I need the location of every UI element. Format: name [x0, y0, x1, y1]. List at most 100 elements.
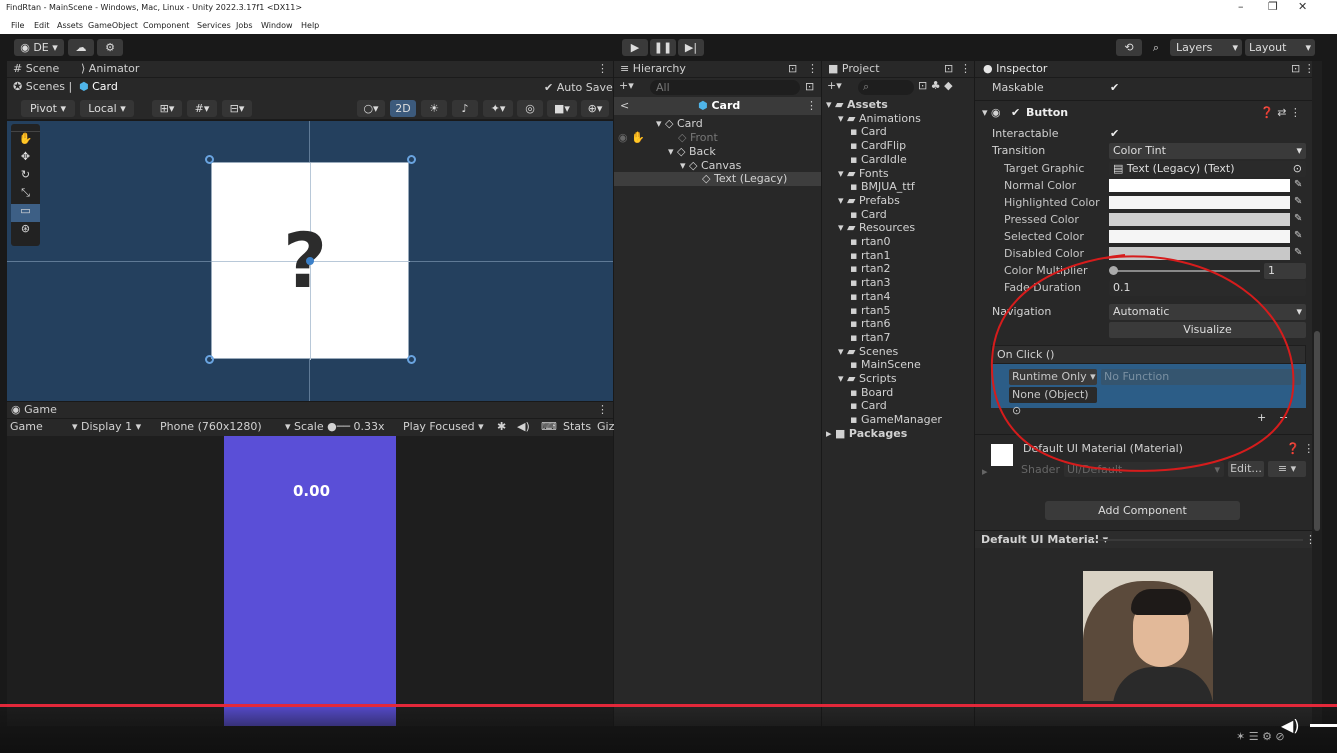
- project-item[interactable]: ▪ rtan7: [850, 331, 891, 344]
- transform-tool-icon[interactable]: ⊛: [11, 222, 40, 240]
- move-tool-icon[interactable]: ✥: [11, 150, 40, 168]
- project-item[interactable]: ▪ Card: [850, 125, 887, 138]
- project-item[interactable]: ▪ rtan3: [850, 276, 891, 289]
- panel-menu-icon[interactable]: ⋮: [807, 60, 818, 78]
- pause-button[interactable]: ❚❚: [650, 39, 676, 56]
- menu-file[interactable]: File: [11, 21, 24, 30]
- rotate-tool-icon[interactable]: ↻: [11, 168, 40, 186]
- stats-toggle[interactable]: Stats: [563, 420, 591, 433]
- hierarchy-selected-row[interactable]: ◇ Text (Legacy): [614, 172, 821, 186]
- menu-window[interactable]: Window: [261, 21, 293, 30]
- preview-slider[interactable]: [1093, 539, 1303, 541]
- menu-jobs[interactable]: Jobs: [236, 21, 253, 30]
- transition-dropdown[interactable]: Color Tint ▾: [1109, 143, 1306, 159]
- tab-game[interactable]: ◉ Game: [11, 401, 57, 419]
- mode-2d-toggle[interactable]: 2D: [390, 100, 416, 117]
- account-dropdown[interactable]: ◉ DE ▾: [14, 39, 64, 56]
- palette-drag-handle[interactable]: [11, 124, 40, 132]
- rect-handle-bl[interactable]: [205, 355, 214, 364]
- layers-dropdown[interactable]: Layers ▾: [1170, 39, 1242, 56]
- project-item[interactable]: ▪ rtan5: [850, 304, 891, 317]
- highlighted-color-swatch[interactable]: [1109, 196, 1290, 209]
- video-progress-bar[interactable]: [0, 704, 1337, 707]
- project-item[interactable]: ▾ ▰ Animations: [838, 112, 921, 125]
- gizmos-icon[interactable]: ⊕▾: [581, 100, 609, 117]
- project-item[interactable]: ▪ BMJUA_ttf: [850, 180, 915, 193]
- game-view-dropdown[interactable]: Game: [10, 420, 43, 433]
- scale-slider[interactable]: ▾ Scale ●── 0.33x: [285, 420, 385, 433]
- object-picker-icon[interactable]: ⊙: [1293, 161, 1302, 177]
- pressed-color-swatch[interactable]: [1109, 213, 1290, 226]
- filter-icon[interactable]: ⊡ ♣ ◆: [918, 79, 953, 92]
- project-item[interactable]: ▪ rtan6: [850, 317, 891, 330]
- pivot-dropdown[interactable]: Pivot ▾: [21, 100, 75, 117]
- step-button[interactable]: ▶|: [678, 39, 704, 56]
- project-item[interactable]: ▪ Card: [850, 399, 887, 412]
- draw-mode-icon[interactable]: ○▾: [357, 100, 385, 117]
- auto-save-toggle[interactable]: ✔ Auto Save: [544, 81, 613, 94]
- scene-viewport[interactable]: ? ✋ ✥ ↻ ⤡ ▭ ⊛: [7, 121, 613, 401]
- resolution-dropdown[interactable]: Phone (760x1280): [160, 420, 262, 433]
- project-item[interactable]: ▾ ▰ Scripts: [838, 372, 897, 385]
- lighting-icon[interactable]: ☀: [421, 100, 447, 117]
- hierarchy-item[interactable]: ◇ Front: [678, 131, 718, 144]
- cloud-icon[interactable]: ☁: [68, 39, 94, 56]
- project-item[interactable]: ▪ rtan2: [850, 262, 891, 275]
- rect-handle-tr[interactable]: [407, 155, 416, 164]
- card-sprite[interactable]: ?: [211, 162, 410, 360]
- breadcrumb-card[interactable]: ⬢ Card: [79, 80, 118, 93]
- rect-handle-br[interactable]: [407, 355, 416, 364]
- project-item[interactable]: ▪ rtan0: [850, 235, 891, 248]
- tab-hierarchy[interactable]: ≡ Hierarchy: [620, 60, 686, 78]
- volume-slider[interactable]: [1310, 724, 1337, 727]
- local-dropdown[interactable]: Local ▾: [80, 100, 134, 117]
- project-item[interactable]: ▾ ▰ Fonts: [838, 167, 889, 180]
- eyedropper-icon[interactable]: ✎: [1294, 196, 1302, 207]
- menu-help[interactable]: Help: [301, 21, 319, 30]
- back-arrow-icon[interactable]: <: [620, 99, 629, 112]
- project-item[interactable]: ▾ ▰ Scenes: [838, 345, 898, 358]
- hierarchy-search-input[interactable]: All: [650, 80, 800, 95]
- settings-gear-icon[interactable]: ⚙: [97, 39, 123, 56]
- project-item[interactable]: ▪ rtan4: [850, 290, 891, 303]
- breadcrumb-scenes[interactable]: ✪ Scenes |: [13, 80, 72, 93]
- project-add-button[interactable]: +▾: [827, 79, 842, 92]
- target-graphic-field[interactable]: ▤ Text (Legacy) (Text) ⊙: [1109, 161, 1306, 177]
- speaker-icon[interactable]: ◀): [517, 420, 530, 433]
- tab-animator[interactable]: ⟩ Animator: [81, 60, 139, 78]
- project-item[interactable]: ▪ CardFlip: [850, 139, 906, 152]
- menu-gameobject[interactable]: GameObject: [88, 21, 138, 30]
- gizmos-toggle[interactable]: Giz: [597, 420, 614, 433]
- minimize-button[interactable]: –: [1238, 0, 1244, 13]
- layout-dropdown[interactable]: Layout ▾: [1245, 39, 1315, 56]
- tab-project[interactable]: ■ Project: [828, 60, 880, 78]
- component-menu-icon[interactable]: ❓ ⇄ ⋮: [1260, 106, 1301, 119]
- add-component-button[interactable]: Add Component: [1045, 501, 1240, 520]
- project-item[interactable]: ▪ Card: [850, 208, 887, 221]
- hand-tool-icon[interactable]: ✋: [11, 132, 40, 150]
- play-focused-dropdown[interactable]: Play Focused ▾: [403, 420, 484, 433]
- eyedropper-icon[interactable]: ✎: [1294, 179, 1302, 190]
- foldout-arrow-icon[interactable]: ▾ ◉: [982, 106, 1001, 119]
- maximize-button[interactable]: ❐: [1268, 0, 1278, 13]
- lock-icon[interactable]: ⊡: [788, 60, 797, 78]
- rect-handle-tl[interactable]: [205, 155, 214, 164]
- increment-snap-icon[interactable]: ⊟▾: [222, 100, 252, 117]
- menu-component[interactable]: Component: [143, 21, 189, 30]
- menu-services[interactable]: Services: [197, 21, 231, 30]
- project-item[interactable]: ▾ ▰ Prefabs: [838, 194, 900, 207]
- search-filter-icon[interactable]: ⊡: [805, 80, 814, 93]
- project-item[interactable]: ▾ ▰ Resources: [838, 221, 915, 234]
- rect-tool-icon[interactable]: ▭: [11, 204, 40, 222]
- tab-inspector[interactable]: ● Inspector: [983, 60, 1047, 78]
- project-item[interactable]: ▾ ▰ Assets: [826, 98, 888, 111]
- lock-icon[interactable]: ⊡: [944, 60, 953, 78]
- history-icon[interactable]: ⟲: [1116, 39, 1142, 56]
- grid-snap-icon[interactable]: ⊞▾: [152, 100, 182, 117]
- display-dropdown[interactable]: ▾ Display 1 ▾: [72, 420, 141, 433]
- search-icon[interactable]: ⌕: [1146, 39, 1166, 56]
- button-enabled-checkbox[interactable]: ✔: [1011, 106, 1020, 119]
- panel-menu-icon[interactable]: ⋮: [597, 401, 608, 419]
- project-search-input[interactable]: ⌕: [858, 80, 914, 95]
- camera-icon[interactable]: ■▾: [547, 100, 577, 117]
